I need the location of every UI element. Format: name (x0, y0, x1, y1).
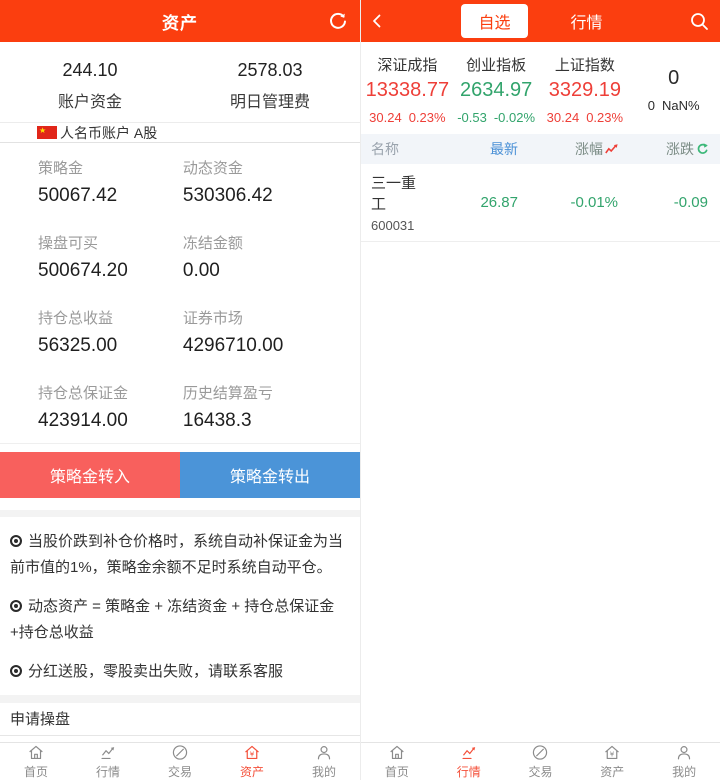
market-screen: 自选 行情 深证成指 13338.77 30.240.23% 创业指板 2634… (360, 0, 720, 780)
search-icon[interactable] (688, 10, 710, 32)
market-header-tabs: 自选 行情 (461, 4, 619, 38)
page-title: 资产 (162, 9, 198, 34)
section-divider (0, 695, 360, 703)
transfer-in-button[interactable]: 策略金转入 (0, 452, 180, 498)
tab-watchlist[interactable]: 自选 (461, 4, 527, 38)
stock-change: -0.09 (618, 194, 708, 211)
tabbar-item-home[interactable]: 首页 (361, 743, 433, 780)
rmb-account-row[interactable]: ★ 人名币账户 A股 (0, 122, 360, 143)
summary-account-funds: 244.10 账户资金 (0, 60, 180, 112)
stat-securities-market: 证券市场 4296710.00 (183, 293, 360, 368)
tabbar-item-home[interactable]: 首页 (0, 743, 72, 780)
svg-text:¥: ¥ (610, 750, 615, 759)
asset-stats-grid: 策略金 50067.42 动态资金 530306.42 操盘可买 500674.… (0, 143, 360, 444)
stat-buyable: 操盘可买 500674.20 (38, 218, 183, 293)
col-chg[interactable]: 涨跌 (618, 139, 708, 159)
assets-appbar: 资产 (0, 0, 360, 42)
stat-dynamic-fund: 动态资金 530306.42 (183, 143, 360, 218)
bullet-icon (10, 600, 22, 612)
index-szse[interactable]: 深证成指 13338.77 30.240.23% (363, 54, 452, 134)
notes-section: 当股价跌到补仓价格时，系统自动补保证金为当前市值的1%，策略金余额不足时系统自动… (0, 517, 360, 695)
col-pct[interactable]: 涨幅 (518, 139, 618, 159)
note-margin-call: 当股价跌到补仓价格时，系统自动补保证金为当前市值的1%，策略金余额不足时系统自动… (10, 529, 350, 581)
index-summary-row: 深证成指 13338.77 30.240.23% 创业指板 2634.97 -0… (361, 42, 720, 134)
tab-quotes[interactable]: 行情 (554, 4, 620, 38)
red-trend-icon (605, 144, 618, 155)
stock-row-600031[interactable]: 三一重工 600031 26.87 -0.01% -0.09 (361, 164, 720, 242)
dual-screenshot-stage: 资产 244.10 账户资金 2578.03 明日管理费 ★ 人名币账户 A股 (0, 0, 720, 780)
tomorrow-fee-label: 明日管理费 (180, 88, 360, 112)
col-name[interactable]: 名称 (371, 139, 428, 159)
tabbar-item-mine[interactable]: 我的 (648, 743, 720, 780)
tabbar-item-assets[interactable]: ¥ 资产 (216, 743, 288, 780)
svg-text:¥: ¥ (250, 750, 255, 759)
refresh-icon[interactable] (328, 11, 348, 31)
stat-position-profit: 持仓总收益 56325.00 (38, 293, 183, 368)
tabbar-item-assets[interactable]: ¥ 资产 (576, 743, 648, 780)
apply-section-title: 申请操盘 (0, 703, 360, 736)
account-funds-label: 账户资金 (0, 88, 180, 112)
section-divider (0, 510, 360, 517)
note-dynamic-asset-formula: 动态资产 = 策略金 + 冻结资金 + 持仓总保证金 +持仓总收益 (10, 594, 350, 646)
bottom-tabbar: 首页 行情 交易 ¥ 资产 我的 (0, 742, 360, 780)
tabbar-item-trade[interactable]: 交易 (505, 743, 577, 780)
bullet-icon (10, 535, 22, 547)
tabbar-item-market[interactable]: 行情 (72, 743, 144, 780)
assets-screen: 资产 244.10 账户资金 2578.03 明日管理费 ★ 人名币账户 A股 (0, 0, 360, 780)
col-last[interactable]: 最新 (428, 139, 518, 159)
tabbar-item-trade[interactable]: 交易 (144, 743, 216, 780)
index-empty[interactable]: 0 0NaN% (629, 54, 718, 134)
account-funds-value: 244.10 (0, 60, 180, 81)
stat-frozen: 冻结金额 0.00 (183, 218, 360, 293)
tabbar-item-market[interactable]: 行情 (433, 743, 505, 780)
bullet-icon (10, 665, 22, 677)
stock-last-price: 26.87 (428, 194, 518, 211)
stock-code: 600031 (371, 218, 428, 233)
index-chinext[interactable]: 创业指板 2634.97 -0.53-0.02% (452, 54, 541, 134)
tabbar-item-mine[interactable]: 我的 (288, 743, 360, 780)
stat-history-pnl: 历史结算盈亏 16438.3 (183, 368, 360, 443)
summary-tomorrow-fee: 2578.03 明日管理费 (180, 60, 360, 112)
stat-strategy-fund: 策略金 50067.42 (38, 143, 183, 218)
stock-pct-change: -0.01% (518, 194, 618, 211)
note-dividend: 分红送股，零股卖出失败，请联系客服 (10, 659, 350, 685)
stat-total-margin: 持仓总保证金 423914.00 (38, 368, 183, 443)
back-icon[interactable] (367, 11, 387, 31)
transfer-actions: 策略金转入 策略金转出 (0, 452, 360, 498)
stock-name: 三一重工 (371, 172, 428, 214)
market-appbar: 自选 行情 (361, 0, 720, 42)
transfer-out-button[interactable]: 策略金转出 (180, 452, 360, 498)
bottom-tabbar: 首页 行情 交易 ¥ 资产 我的 (361, 742, 720, 780)
index-sse[interactable]: 上证指数 3329.19 30.240.23% (541, 54, 630, 134)
rmb-account-label: 人名币账户 A股 (60, 123, 157, 143)
china-flag-icon: ★ (37, 126, 57, 139)
watchlist-header: 名称 最新 涨幅 涨跌 (361, 134, 720, 164)
account-summary: 244.10 账户资金 2578.03 明日管理费 (0, 42, 360, 122)
tomorrow-fee-value: 2578.03 (180, 60, 360, 81)
green-trend-icon (696, 143, 708, 155)
